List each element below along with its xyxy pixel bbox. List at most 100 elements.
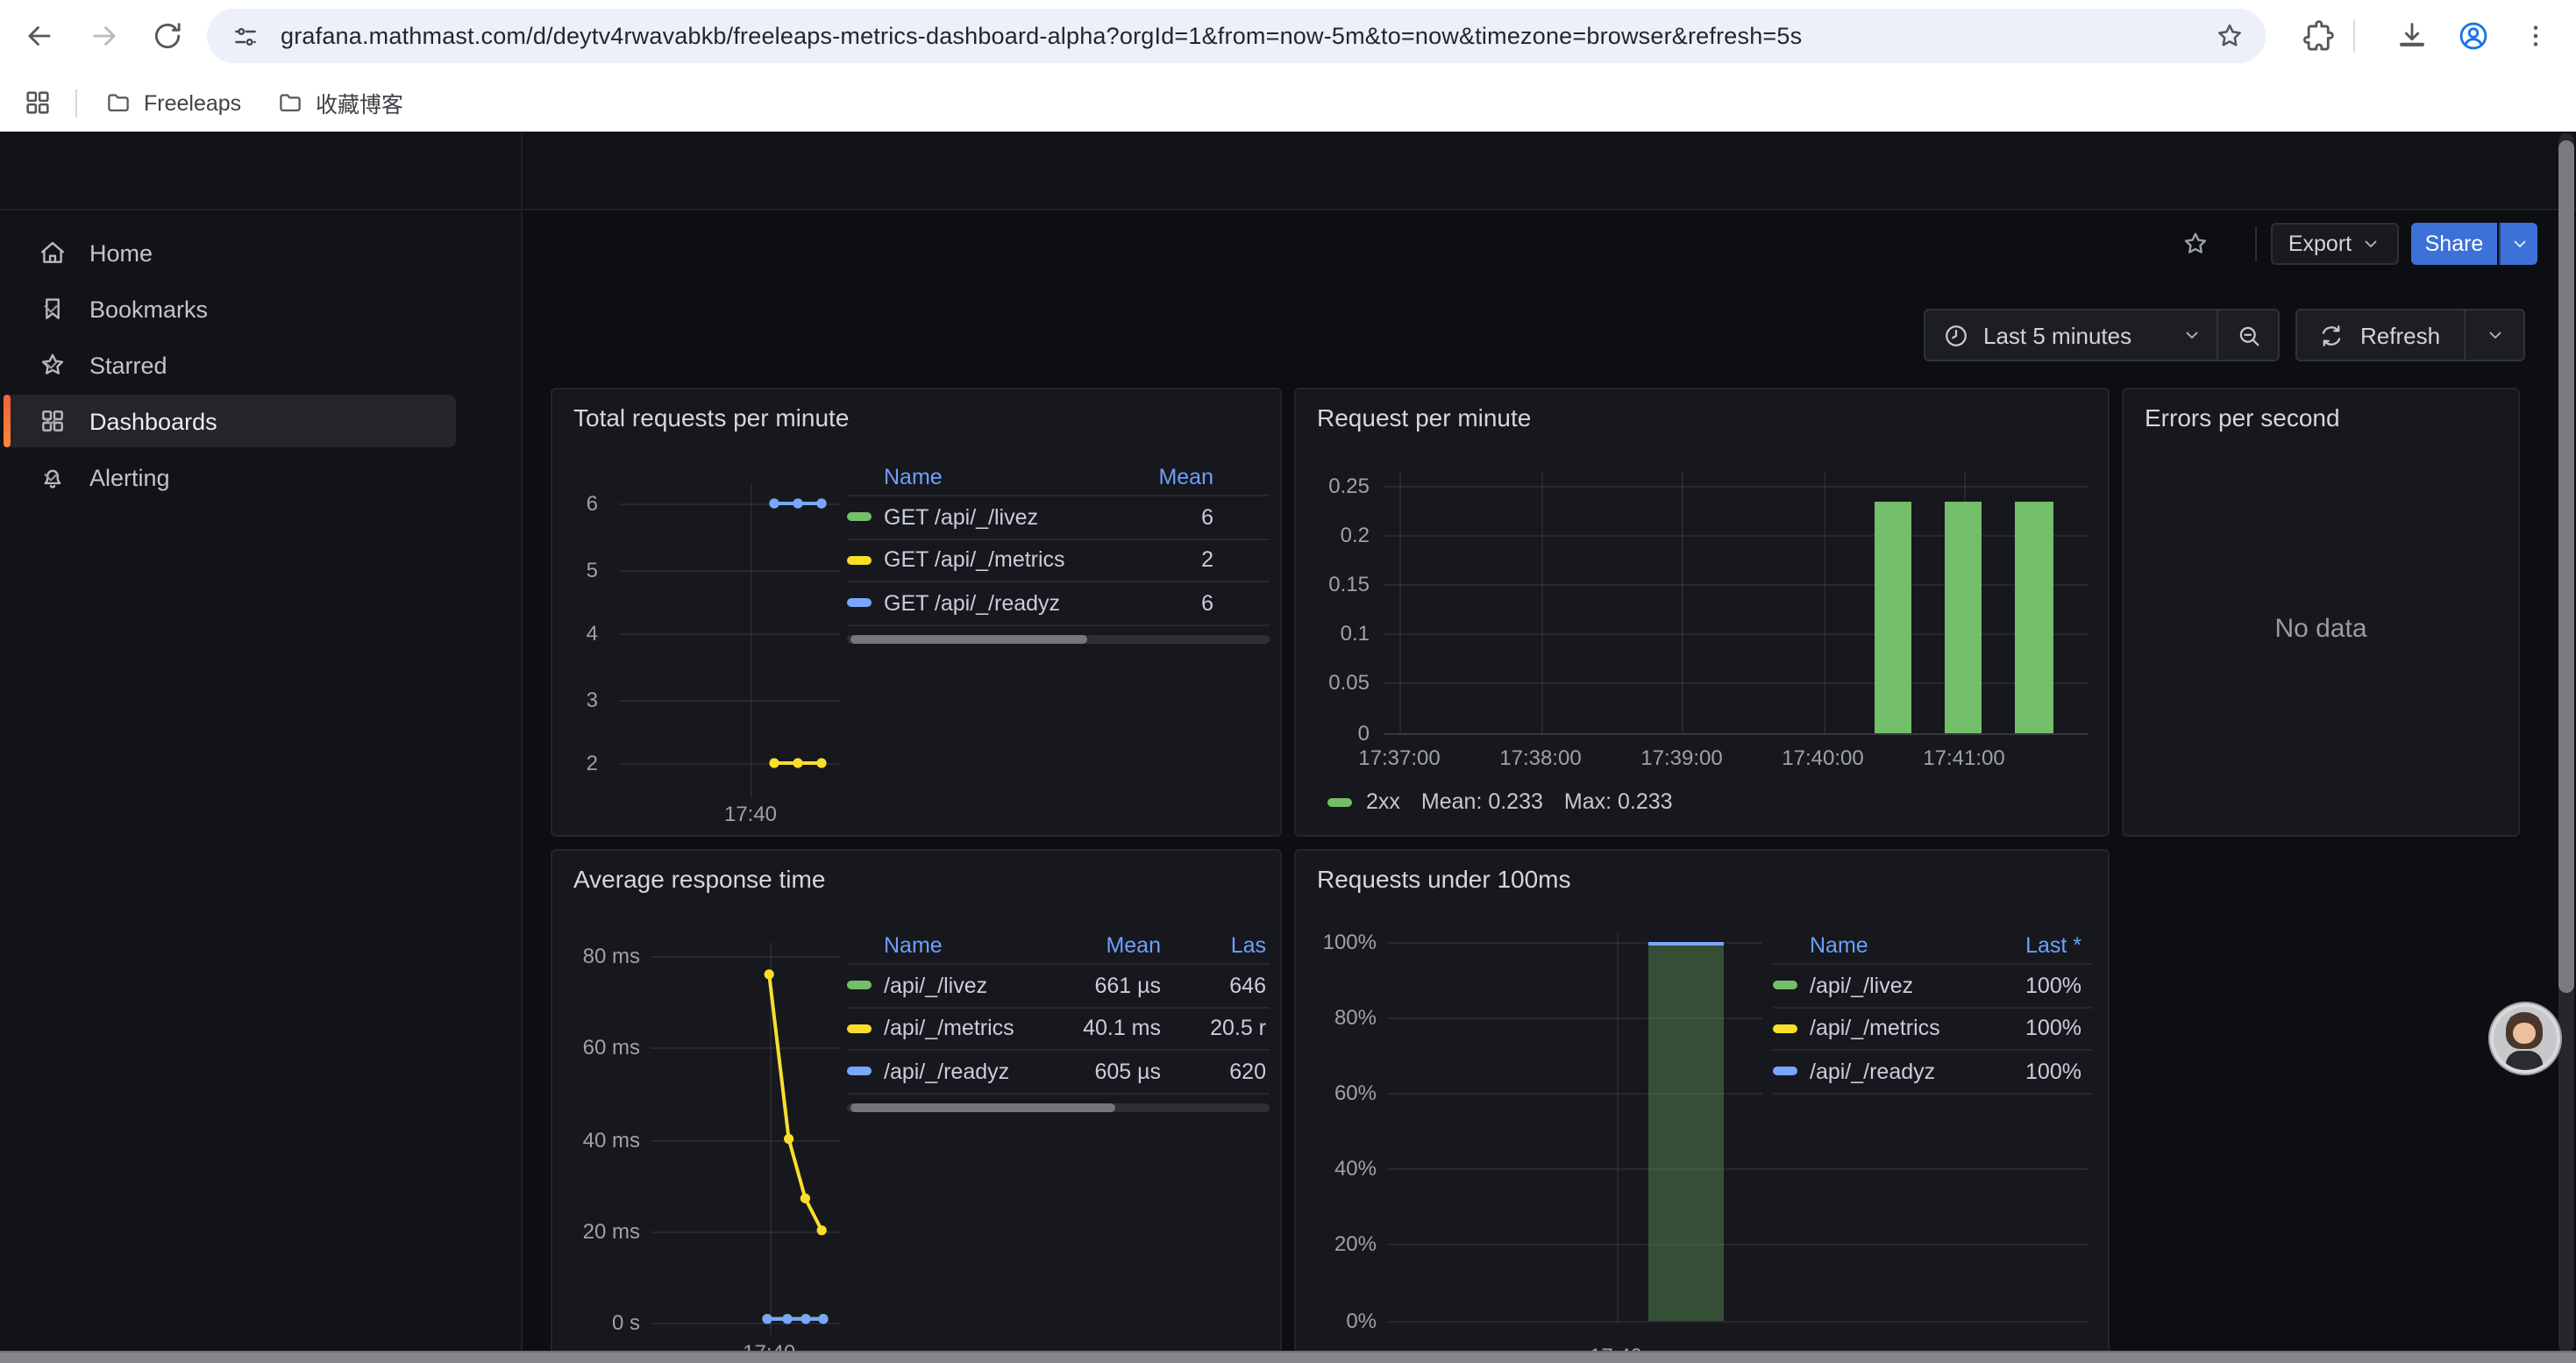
legend-scrollbar-thumb[interactable] — [850, 634, 1087, 643]
chevron-down-icon[interactable] — [39, 409, 63, 433]
legend-header[interactable]: Mean — [1140, 465, 1213, 489]
sidebar-item-dashboards[interactable]: Dashboards — [0, 393, 521, 449]
gridline — [1387, 1320, 2089, 1322]
browser-menu-icon[interactable] — [2522, 19, 2550, 53]
average-response-time-chart[interactable]: 80 ms60 ms40 ms20 ms0 s17:40NameMeanLas/… — [552, 851, 1280, 1354]
bookmarks-bar: Freeleaps 收藏博客 — [0, 74, 2576, 132]
site-settings-icon[interactable] — [231, 22, 260, 50]
requests-under-100ms-chart[interactable]: 100%80%60%40%20%0%17:40NameLast */api/_/… — [1296, 851, 2108, 1354]
sidebar-item-home[interactable]: Home — [0, 225, 521, 281]
refresh-icon — [2318, 322, 2345, 348]
legend-scrollbar — [847, 1103, 1270, 1111]
legend-header[interactable]: Mean — [1059, 933, 1161, 958]
zoom-out-icon — [2235, 322, 2261, 348]
profile-icon[interactable] — [2457, 19, 2490, 53]
zoom-out-button[interactable] — [2217, 310, 2278, 360]
total-requests-chart[interactable]: 6543217:40NameMeanGET /api/_/livez6GET /… — [552, 389, 1280, 835]
legend-scrollbar-thumb[interactable] — [850, 1103, 1115, 1111]
gridline — [1399, 472, 1401, 733]
legend-series-name[interactable]: /api/_/livez — [1810, 974, 1997, 998]
legend-row: /api/_/livez661 µs646 — [847, 963, 1270, 1006]
legend-series-name[interactable]: GET /api/_/readyz — [884, 591, 1140, 616]
folder-icon — [105, 89, 132, 116]
request-per-minute-chart[interactable]: 0.250.20.150.10.05017:37:0017:38:0017:39… — [1296, 389, 2108, 835]
bookmark-label: Freeleaps — [144, 90, 241, 115]
share-dropdown-button[interactable] — [2499, 223, 2537, 265]
forward-icon[interactable] — [88, 19, 121, 53]
panel-requests-under-100ms: Requests under 100ms 100%80%60%40%20%0%1… — [1294, 849, 2110, 1354]
y-axis-tick: 60% — [1296, 1081, 1377, 1105]
legend-series-value: 20.5 r — [1161, 1017, 1266, 1041]
y-axis-tick: 80% — [1296, 1005, 1377, 1030]
series-color-pill — [847, 981, 872, 990]
legend-series-value: 661 µs — [1059, 974, 1161, 998]
sidebar-item-bookmarks[interactable]: Bookmarks — [0, 281, 521, 337]
downloads-icon[interactable] — [2395, 19, 2429, 53]
legend-header[interactable]: Las — [1161, 933, 1266, 958]
export-button[interactable]: Export — [2271, 223, 2399, 265]
bookmark-folder-freeleaps[interactable]: Freeleaps — [91, 82, 255, 123]
legend-header-row: NameMean — [847, 460, 1270, 495]
chart-legend: 2xx Mean: 0.233 Max: 0.233 — [1327, 789, 1694, 814]
legend-row: GET /api/_/livez6 — [847, 495, 1270, 538]
x-axis-tick: 17:37:00 — [1358, 746, 1440, 770]
legend-series-name[interactable]: /api/_/metrics — [1810, 1017, 1997, 1041]
address-bar[interactable]: grafana.mathmast.com/d/deytv4rwavabkb/fr… — [207, 9, 2266, 63]
x-axis-tick: 17:39:00 — [1640, 746, 1722, 770]
legend-series-name[interactable]: GET /api/_/metrics — [884, 548, 1140, 573]
sidebar-item-label: Dashboards — [89, 408, 217, 434]
legend-series-name[interactable]: /api/_/metrics — [884, 1017, 1059, 1041]
bookmark-star-icon[interactable] — [2215, 21, 2245, 51]
legend-header[interactable]: Name — [847, 465, 1140, 489]
sidebar-item-alerting[interactable]: Alerting — [0, 449, 521, 505]
url-text[interactable]: grafana.mathmast.com/d/deytv4rwavabkb/fr… — [281, 23, 2201, 49]
sidebar-item-starred[interactable]: Starred — [0, 337, 521, 393]
chevron-down-icon — [2508, 233, 2530, 254]
y-axis-tick: 0.1 — [1296, 621, 1370, 646]
chevron-down-icon[interactable] — [39, 296, 63, 321]
page-scrollbar-thumb[interactable] — [2558, 140, 2574, 993]
legend-series-name[interactable]: 2xx — [1366, 789, 1400, 814]
legend-series-name[interactable]: /api/_/readyz — [884, 1060, 1059, 1084]
legend-series-value: 646 — [1161, 974, 1266, 998]
gridline — [1384, 485, 2089, 487]
gridline — [1387, 1169, 2089, 1171]
chevron-down-icon[interactable] — [39, 465, 63, 489]
y-axis-tick: 0.2 — [1296, 522, 1370, 546]
legend-max[interactable]: Max: 0.233 — [1564, 789, 1673, 814]
share-button[interactable]: Share — [2411, 223, 2497, 265]
legend-header-row: NameMeanLas — [847, 928, 1270, 963]
apps-grid-icon[interactable] — [23, 88, 53, 118]
back-icon[interactable] — [23, 19, 56, 53]
grafana-header: Grafana Home›Dashboards›Freeleaps Metric… — [0, 132, 2576, 211]
legend-series-name[interactable]: GET /api/_/livez — [884, 505, 1140, 530]
actions-divider — [2255, 226, 2257, 261]
series-color-pill — [1327, 797, 1352, 806]
legend-series-name[interactable]: /api/_/readyz — [1810, 1060, 1997, 1084]
bookmark-folder-blogs[interactable]: 收藏博客 — [263, 82, 417, 123]
legend-row: /api/_/readyz100% — [1773, 1049, 2092, 1092]
clock-icon — [1943, 322, 1969, 348]
legend-header[interactable]: Name — [1773, 933, 1997, 958]
assistant-avatar[interactable] — [2490, 1003, 2560, 1074]
panel-title[interactable]: Errors per second — [2145, 403, 2340, 432]
sidebar-item-label: Bookmarks — [89, 296, 208, 322]
legend-header[interactable]: Last * — [1997, 933, 2081, 958]
legend-series-name[interactable]: /api/_/livez — [884, 974, 1059, 998]
bar-2xx[interactable] — [2015, 502, 2053, 733]
chevron-down-icon[interactable] — [39, 353, 63, 377]
refresh-button[interactable]: Refresh — [2295, 309, 2525, 361]
extensions-icon[interactable] — [2302, 19, 2336, 53]
time-range-picker[interactable]: Last 5 minutes — [1924, 309, 2280, 361]
favorite-dashboard-icon[interactable] — [2181, 230, 2210, 258]
dashboard-main: Export Share Last 5 minutes Refresh Tota… — [523, 211, 2576, 1354]
bar-2xx[interactable] — [1945, 502, 1982, 733]
legend-header[interactable]: Name — [847, 933, 1059, 958]
legend-mean[interactable]: Mean: 0.233 — [1421, 789, 1543, 814]
gridline — [1682, 472, 1683, 733]
reload-icon[interactable] — [151, 19, 184, 53]
bar-2xx[interactable] — [1874, 502, 1911, 733]
refresh-interval-dropdown[interactable] — [2464, 310, 2523, 360]
folder-icon — [277, 89, 303, 116]
area-bar-100pct[interactable] — [1648, 942, 1724, 1320]
